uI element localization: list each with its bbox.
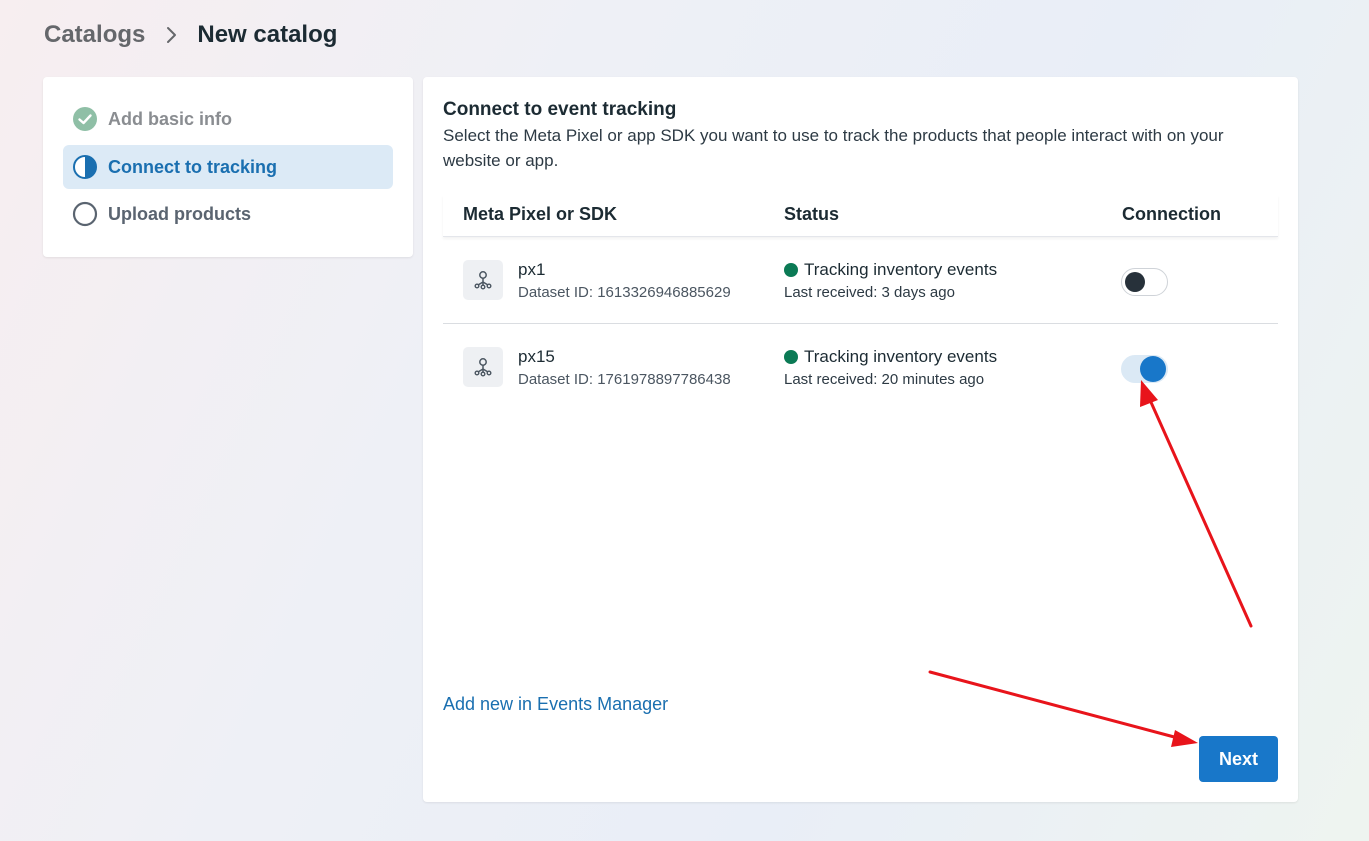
check-circle-icon xyxy=(73,107,97,131)
pixel-icon xyxy=(463,347,503,387)
connection-toggle-px15[interactable] xyxy=(1121,355,1168,383)
toggle-knob xyxy=(1140,356,1166,382)
status-text: Tracking inventory events xyxy=(804,260,998,279)
status: Tracking inventory events xyxy=(784,347,997,367)
column-header-pixel: Meta Pixel or SDK xyxy=(463,204,618,224)
step-upload-products[interactable]: Upload products xyxy=(63,192,393,236)
status-dot-icon xyxy=(784,350,798,364)
step-connect-to-tracking[interactable]: Connect to tracking xyxy=(63,145,393,189)
breadcrumb: Catalogs New catalog xyxy=(44,20,337,50)
add-new-events-manager-link[interactable]: Add new in Events Manager xyxy=(443,694,668,715)
section-title: Connect to event tracking xyxy=(443,99,677,120)
table-row: px15 Dataset ID: 1761978897786438 Tracki… xyxy=(443,325,1278,411)
section-description: Select the Meta Pixel or app SDK you wan… xyxy=(443,126,1224,170)
column-header-connection: Connection xyxy=(1122,204,1221,224)
table-row: px1 Dataset ID: 1613326946885629 Trackin… xyxy=(443,238,1278,324)
column-header-status: Status xyxy=(784,204,840,224)
chevron-right-icon xyxy=(167,27,177,43)
steps-panel: Add basic info Connect to tracking Uploa… xyxy=(43,77,413,257)
step-add-basic-info[interactable]: Add basic info xyxy=(63,97,393,141)
last-received: Last received: 20 minutes ago xyxy=(784,371,985,388)
half-circle-icon xyxy=(73,155,97,179)
pixel-name: px15 xyxy=(518,347,555,366)
toggle-knob xyxy=(1125,272,1145,292)
pixel-node-icon xyxy=(474,271,492,290)
empty-circle-icon xyxy=(72,201,98,227)
page-title: New catalog xyxy=(197,21,338,48)
status: Tracking inventory events xyxy=(784,260,997,280)
breadcrumb-catalogs-link[interactable]: Catalogs xyxy=(44,21,145,49)
dataset-id: Dataset ID: 1613326946885629 xyxy=(518,284,731,301)
step-label: Add basic info xyxy=(108,108,233,129)
next-button[interactable]: Next xyxy=(1199,736,1278,782)
last-received: Last received: 3 days ago xyxy=(784,284,955,301)
connect-tracking-panel: Connect to event tracking Select the Met… xyxy=(423,77,1298,802)
table-header: Meta Pixel or SDK Status Connection xyxy=(443,195,1278,237)
dataset-id: Dataset ID: 1761978897786438 xyxy=(518,371,731,388)
pixel-icon xyxy=(463,260,503,300)
status-dot-icon xyxy=(784,263,798,277)
pixel-name: px1 xyxy=(518,260,546,279)
step-label: Connect to tracking xyxy=(108,156,278,177)
connection-toggle-px1[interactable] xyxy=(1121,268,1168,296)
step-label: Upload products xyxy=(108,203,251,224)
pixel-node-icon xyxy=(474,358,492,377)
status-text: Tracking inventory events xyxy=(804,347,998,366)
